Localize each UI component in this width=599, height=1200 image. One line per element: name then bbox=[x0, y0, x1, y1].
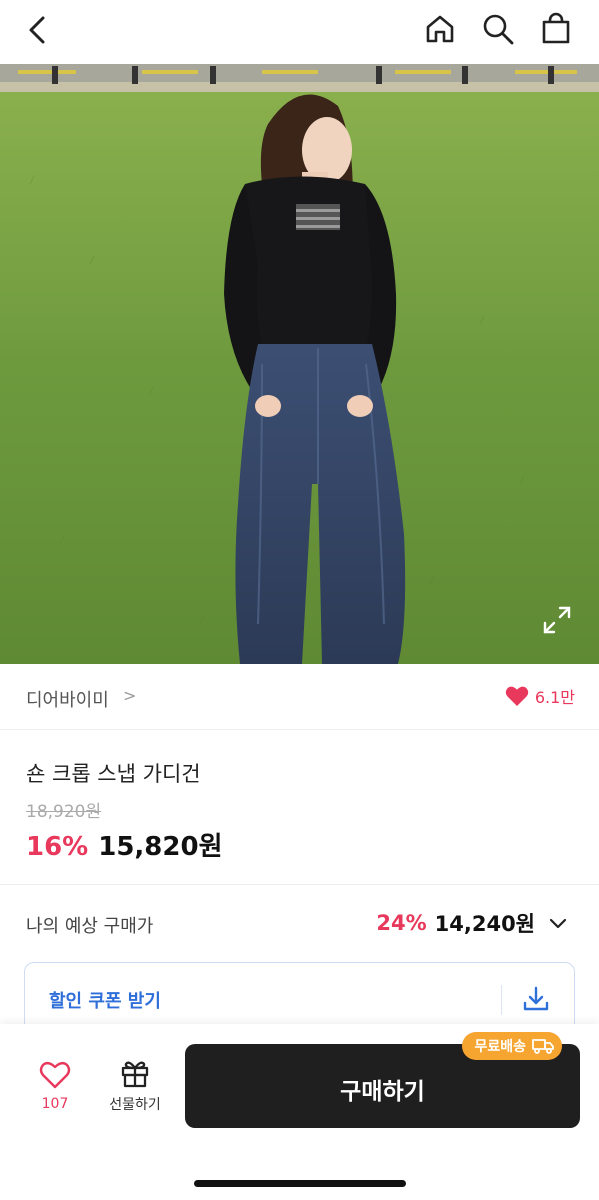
home-icon bbox=[426, 15, 454, 43]
brand-row[interactable]: 디어바이미 > 6.1만 bbox=[0, 664, 599, 730]
original-price: 18,920원 bbox=[26, 802, 102, 822]
chevron-right-icon: > bbox=[123, 686, 137, 705]
product-title: 숀 크롭 스냅 가디건 bbox=[26, 762, 201, 786]
expected-discount-rate: 24% bbox=[376, 911, 427, 935]
wish-count: 107 bbox=[41, 1096, 69, 1112]
chevron-left-icon bbox=[29, 16, 45, 44]
heart-filled-icon bbox=[505, 686, 529, 706]
shopping-bag-icon bbox=[542, 12, 570, 44]
expand-icon bbox=[543, 606, 571, 634]
heart-outline-icon bbox=[39, 1061, 71, 1089]
sale-price: 15,820원 bbox=[98, 832, 223, 862]
home-button[interactable] bbox=[421, 10, 459, 48]
free-shipping-label: 무료배송 bbox=[474, 1039, 526, 1055]
download-icon bbox=[523, 986, 549, 1011]
coupon-label: 할인 쿠폰 받기 bbox=[49, 991, 161, 1012]
buy-label: 구매하기 bbox=[340, 1079, 425, 1105]
top-navigation-bar bbox=[0, 0, 599, 64]
back-button[interactable] bbox=[18, 10, 58, 50]
product-image[interactable] bbox=[0, 64, 599, 664]
gift-label: 선물하기 bbox=[109, 1097, 161, 1113]
section-divider bbox=[0, 884, 599, 885]
expand-image-button[interactable] bbox=[541, 604, 573, 636]
gift-icon bbox=[121, 1061, 149, 1088]
coupon-separator bbox=[501, 985, 502, 1015]
cart-button[interactable] bbox=[537, 10, 575, 48]
expected-price-toggle[interactable]: 24% 14,240원 bbox=[376, 908, 569, 938]
brand-likes[interactable]: 6.1만 bbox=[505, 684, 575, 708]
chevron-down-icon bbox=[549, 918, 567, 929]
wishlist-button[interactable]: 107 bbox=[30, 1060, 80, 1112]
expected-price-label: 나의 예상 구매가 bbox=[26, 916, 154, 937]
gift-button[interactable]: 선물하기 bbox=[102, 1058, 168, 1114]
expected-price: 14,240원 bbox=[434, 912, 535, 936]
search-icon bbox=[483, 14, 514, 45]
price-row: 16% 15,820원 bbox=[26, 826, 223, 863]
buy-button[interactable]: 구매하기 무료배송 bbox=[185, 1032, 580, 1128]
brand-name[interactable]: 디어바이미 bbox=[26, 686, 109, 712]
product-photo bbox=[0, 64, 599, 664]
bottom-action-bar: 107 선물하기 구매하기 무료배송 bbox=[0, 1024, 599, 1200]
search-button[interactable] bbox=[479, 10, 517, 48]
truck-icon bbox=[532, 1039, 554, 1054]
likes-count: 6.1만 bbox=[534, 688, 575, 707]
free-shipping-badge: 무료배송 bbox=[462, 1032, 562, 1060]
home-indicator bbox=[194, 1180, 406, 1187]
discount-rate: 16% bbox=[26, 832, 89, 862]
